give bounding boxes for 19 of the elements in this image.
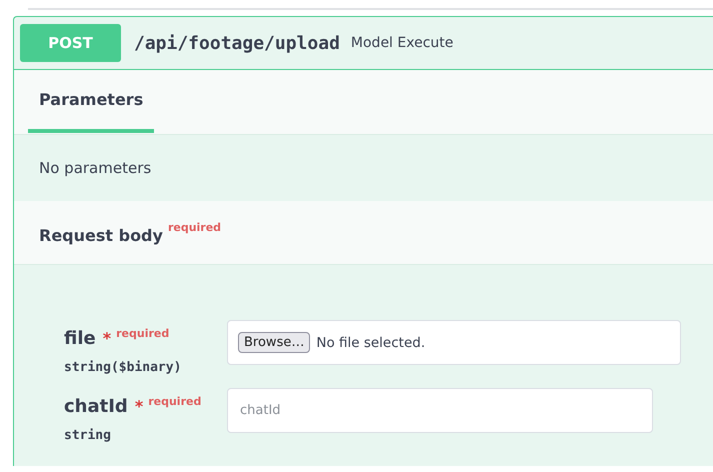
file-input[interactable]: Browse… No file selected.	[227, 320, 681, 365]
method-badge: POST	[20, 24, 121, 62]
parameter-name: chatId	[64, 395, 128, 419]
endpoint-summary: Model Execute	[350, 35, 454, 51]
input-field[interactable]: chatId	[227, 388, 653, 433]
parameter-type: string	[64, 428, 111, 443]
required-mark: *	[102, 328, 112, 350]
browse-button[interactable]: Browse…	[238, 332, 310, 353]
endpoint-path: /api/footage/upload	[134, 32, 340, 54]
request-body-title: Request body	[39, 226, 163, 245]
required-label: required	[116, 327, 170, 341]
parameters-tab[interactable]: Parameters	[28, 90, 154, 133]
required-label: required	[168, 221, 222, 234]
required-mark: *	[134, 396, 144, 418]
required-label: required	[148, 395, 202, 409]
parameter-type: string($binary)	[64, 360, 182, 375]
parameter-name: file	[64, 327, 96, 351]
file-status: No file selected.	[316, 334, 426, 350]
parameters-message: No parameters	[38, 158, 152, 179]
